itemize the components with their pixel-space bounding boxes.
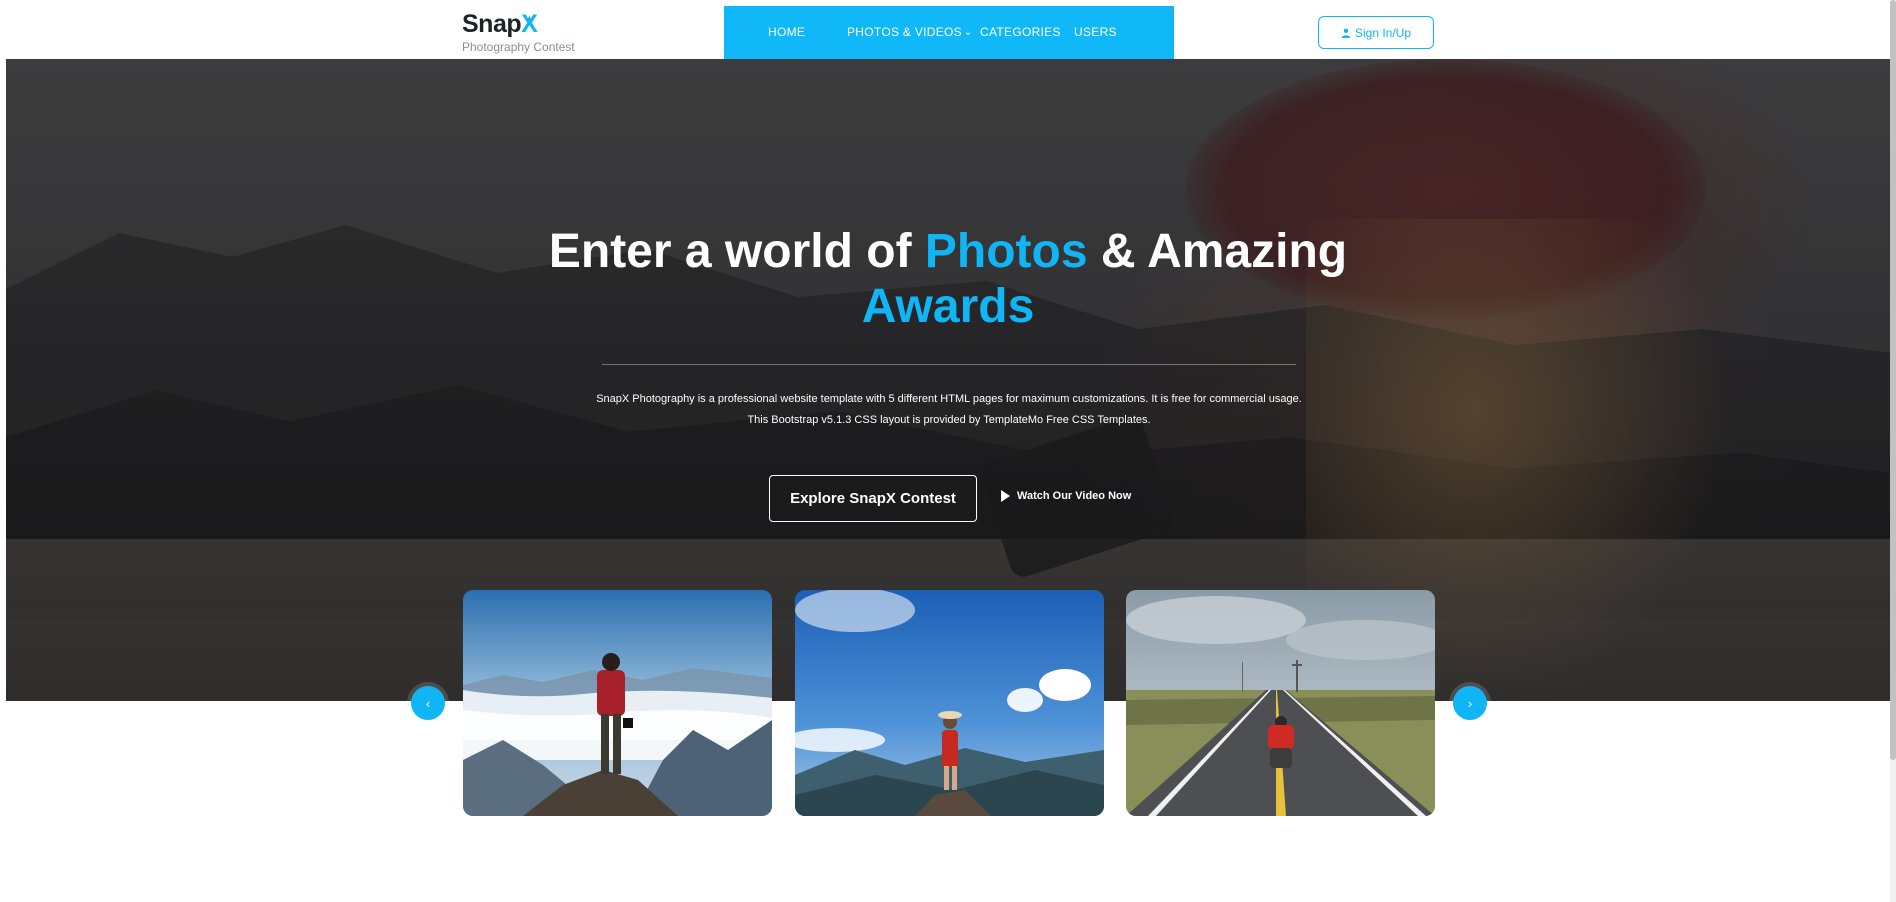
carousel-prev-button[interactable]: ‹ [411, 686, 445, 720]
main-nav: HOME PHOTOS & VIDEOS ⌄ CATEGORIES USERS [724, 6, 1174, 59]
hero-title-part2: & Amazing [1087, 225, 1348, 278]
carousel-item-woman[interactable] [795, 590, 1104, 816]
hero-title-part1: Enter a world of [548, 225, 925, 278]
watch-video-button[interactable]: Watch Our Video Now [1001, 490, 1131, 502]
scrollbar-thumb[interactable] [1890, 0, 1896, 760]
carousel-item-photographer[interactable] [1126, 590, 1435, 816]
page-scrollbar[interactable] [1890, 0, 1896, 902]
logo-wordmark: Snap X ✦ [462, 10, 575, 38]
chevron-right-icon: › [1467, 695, 1473, 711]
nav-item-users[interactable]: USERS [1074, 25, 1117, 39]
woman-photo [795, 590, 1104, 816]
site-header: Snap X ✦ Photography Contest HOME PHOTOS… [0, 0, 1896, 59]
nav-item-home[interactable]: HOME [768, 25, 805, 39]
sign-in-button[interactable]: Sign In/Up [1318, 16, 1434, 49]
explore-contest-button[interactable]: Explore SnapX Contest [769, 475, 977, 522]
logo-name-prefix: Snap [462, 10, 522, 38]
nav-item-label: PHOTOS & VIDEOS [847, 25, 962, 39]
sign-in-label: Sign In/Up [1354, 25, 1412, 40]
hiker-photo [463, 590, 772, 816]
hero-description: SnapX Photography is a professional webs… [596, 393, 1302, 426]
hero-title-accent1: Photos [924, 225, 1088, 278]
hero-divider [602, 364, 1296, 365]
user-icon [1341, 28, 1351, 38]
sparkle-icon: ✦ [525, 15, 534, 26]
site-logo[interactable]: Snap X ✦ Photography Contest [462, 10, 575, 54]
carousel-item-hiker[interactable] [463, 590, 772, 816]
hero-title-accent2: Awards [861, 280, 1035, 333]
carousel-next-button[interactable]: › [1453, 686, 1487, 720]
chevron-down-icon: ⌄ [963, 27, 973, 38]
nav-item-photos-videos[interactable]: PHOTOS & VIDEOS ⌄ [847, 25, 973, 39]
watch-video-label: Watch Our Video Now [1017, 490, 1132, 502]
hero-title: Enter a world of Photos & Amazing Awards [0, 224, 1896, 334]
chevron-left-icon: ‹ [425, 695, 431, 711]
play-icon [1001, 490, 1010, 502]
nav-item-categories[interactable]: CATEGORIES [980, 25, 1061, 39]
photographer-photo [1126, 590, 1435, 816]
logo-tagline: Photography Contest [462, 40, 575, 54]
